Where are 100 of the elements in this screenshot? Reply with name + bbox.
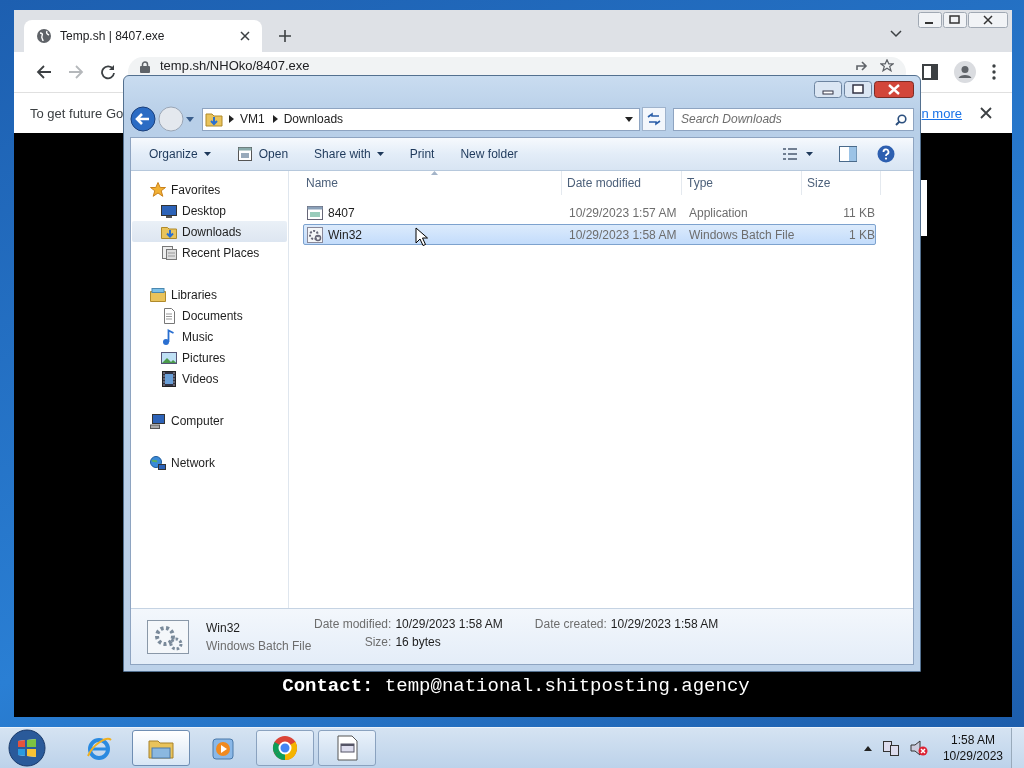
nav-item[interactable]: Downloads — [132, 221, 287, 242]
folder-icon — [150, 286, 166, 303]
nav-item[interactable]: Videos — [132, 368, 287, 389]
document-icon — [161, 307, 177, 324]
toolbar-button[interactable]: Open — [226, 142, 299, 166]
side-panel-icon[interactable] — [922, 64, 938, 80]
file-name: Win32 — [328, 227, 362, 242]
window-icon — [236, 146, 253, 162]
caret-icon — [203, 152, 211, 156]
star-icon — [150, 181, 166, 198]
profile-icon[interactable] — [954, 61, 976, 83]
nav-item[interactable]: Desktop — [132, 200, 287, 221]
nav-item[interactable]: Recent Places — [132, 242, 287, 263]
file-row[interactable]: Win32 10/29/2023 1:58 AM Windows Batch File 1 KB — [303, 224, 876, 245]
search-icon[interactable] — [895, 113, 907, 126]
chevron-right-icon[interactable] — [229, 115, 234, 123]
field-label: Date created: — [534, 617, 607, 631]
menu-button[interactable]: Share with — [304, 142, 394, 166]
maximize-button[interactable] — [943, 12, 967, 28]
file-name: Win32 — [206, 620, 241, 635]
caret-icon — [376, 152, 384, 156]
nav-item[interactable]: Computer — [132, 410, 287, 431]
caret-icon[interactable] — [625, 116, 633, 122]
address-field[interactable]: VM1 Downloads — [202, 107, 640, 131]
chevron-down-icon[interactable] — [890, 30, 902, 38]
network-icon[interactable] — [881, 740, 900, 756]
file-row[interactable]: 8407 10/29/2023 1:57 AM Application 11 KB — [303, 202, 876, 223]
search-field[interactable]: Search Downloads — [673, 107, 914, 131]
file-type: Windows Batch File — [688, 227, 796, 242]
back-icon[interactable] — [130, 106, 156, 132]
maximize-button[interactable] — [844, 81, 872, 98]
close-button[interactable] — [968, 12, 1008, 28]
field-label: Size: — [363, 635, 392, 649]
nav-item[interactable]: Music — [132, 326, 287, 347]
film-icon — [161, 370, 177, 387]
caret-up-icon[interactable] — [863, 745, 872, 751]
reload-icon[interactable] — [100, 64, 116, 80]
globe-icon — [150, 454, 166, 471]
monitor-icon — [161, 202, 177, 219]
nav-item[interactable]: Documents — [132, 305, 287, 326]
close-icon[interactable] — [240, 31, 250, 41]
picture-icon — [161, 349, 177, 366]
start-button[interactable] — [8, 729, 46, 767]
file-name: 8407 — [328, 205, 355, 220]
refresh-icon[interactable] — [642, 107, 666, 131]
documents-icon — [161, 244, 177, 261]
scrollbar-thumb[interactable] — [921, 180, 927, 236]
star-icon[interactable] — [880, 59, 894, 72]
clock[interactable]: 1:58 AM 10/29/2023 — [942, 732, 1003, 764]
mouse-cursor-icon — [415, 227, 428, 246]
application-icon — [307, 204, 323, 221]
file-date: 10/29/2023 1:58 AM — [568, 227, 678, 242]
gear-file-icon — [307, 226, 323, 243]
column-header[interactable]: Type — [682, 171, 802, 195]
chrome-icon — [271, 734, 299, 762]
help-icon[interactable] — [877, 145, 895, 163]
browser-tab[interactable]: Temp.sh | 8407.exe — [24, 20, 262, 52]
lock-icon — [140, 61, 150, 73]
field-value: 10/29/2023 1:58 AM — [610, 617, 719, 631]
learn-more-link[interactable]: n more — [921, 105, 962, 121]
file-size: 11 KB — [842, 205, 875, 220]
globe-icon — [36, 28, 52, 44]
file-type: Application — [688, 205, 749, 220]
minimize-button[interactable] — [918, 12, 942, 28]
file-type: Windows Batch File — [206, 638, 313, 653]
nav-item[interactable]: Libraries — [132, 284, 287, 305]
info-text: To get future Go — [30, 105, 124, 121]
taskbar-button[interactable] — [256, 730, 314, 766]
folder-icon — [205, 111, 223, 127]
speaker-icon[interactable] — [909, 740, 928, 756]
share-icon[interactable] — [856, 59, 870, 71]
list-view-icon — [782, 147, 798, 161]
back-icon[interactable] — [36, 64, 52, 80]
file-date: 10/29/2023 1:57 AM — [568, 205, 678, 220]
menu-icon[interactable] — [992, 64, 996, 80]
computer-icon — [150, 412, 166, 429]
field-value: 16 bytes — [395, 635, 442, 649]
music-note-icon — [161, 328, 177, 345]
contact-text: Contact: temp@national.shitposting.agency — [282, 675, 750, 697]
close-icon[interactable] — [980, 107, 992, 119]
column-header[interactable]: Date modified — [562, 171, 682, 195]
preview-pane-icon[interactable] — [839, 146, 857, 162]
caret-icon — [806, 152, 813, 156]
nav-item[interactable]: Favorites — [132, 179, 287, 200]
taskbar-button[interactable] — [132, 730, 190, 766]
close-button[interactable] — [874, 81, 914, 98]
toolbar-button[interactable]: New folder — [450, 142, 528, 166]
taskbar-button[interactable] — [318, 730, 376, 766]
field-value: 10/29/2023 1:58 AM — [395, 617, 503, 631]
menu-button[interactable]: Organize — [139, 142, 221, 166]
column-header[interactable]: Size — [802, 171, 881, 195]
nav-item[interactable]: Pictures — [132, 347, 287, 368]
nav-item[interactable]: Network — [132, 452, 287, 473]
chevron-right-icon[interactable] — [272, 115, 278, 123]
field-label: Date modified: — [314, 617, 392, 631]
file-size: 1 KB — [848, 227, 875, 242]
new-tab-icon[interactable] — [278, 29, 292, 43]
gear-file-icon — [147, 619, 189, 654]
column-header[interactable]: Name — [301, 171, 562, 195]
toolbar-button[interactable]: Print — [399, 142, 445, 166]
